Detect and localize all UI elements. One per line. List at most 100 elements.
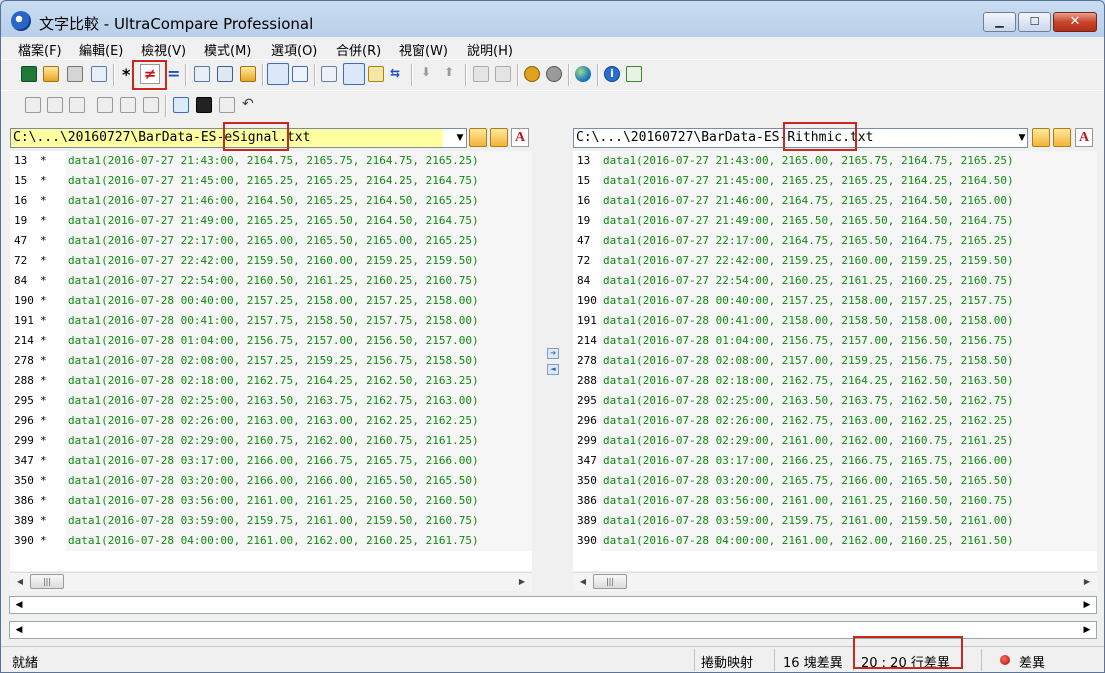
print-icon[interactable]: [67, 66, 83, 82]
print-preview-icon[interactable]: [91, 66, 107, 82]
diff-line[interactable]: 299 * data1(2016-07-28 02:29:00, 2160.75, …: [10, 431, 532, 451]
open-folder-icon[interactable]: [43, 66, 59, 82]
next-diff-icon[interactable]: ⬇: [421, 65, 431, 79]
list-icon[interactable]: [321, 66, 337, 82]
maximize-button[interactable]: ☐: [1018, 12, 1051, 32]
prev-diff-icon[interactable]: ⬆: [444, 65, 454, 79]
menu-file[interactable]: 檔案(F): [18, 40, 62, 59]
diff-line[interactable]: 390 * data1(2016-07-28 04:00:00, 2161.00, …: [10, 531, 532, 551]
info-icon[interactable]: i: [604, 66, 620, 82]
diff-line[interactable]: 288 * data1(2016-07-28 02:18:00, 2162.75, …: [10, 371, 532, 391]
right-save-folder-icon[interactable]: [1053, 128, 1071, 147]
undo-icon[interactable]: ↶: [242, 96, 254, 112]
diff-line[interactable]: 390 data1(2016-07-28 04:00:00, 2161.00, 2…: [573, 531, 1097, 551]
diff-line[interactable]: 350 * data1(2016-07-28 03:20:00, 2166.00, …: [10, 471, 532, 491]
save-icon[interactable]: [21, 66, 37, 82]
menu-mode[interactable]: 模式(M): [204, 40, 251, 59]
diff-line[interactable]: 190 data1(2016-07-28 00:40:00, 2157.25, 2…: [573, 291, 1097, 311]
scroll-right-icon[interactable]: ▶: [1079, 597, 1095, 613]
diff-line[interactable]: 296 * data1(2016-07-28 02:26:00, 2163.00, …: [10, 411, 532, 431]
diff-line[interactable]: 288 data1(2016-07-28 02:18:00, 2162.75, 2…: [573, 371, 1097, 391]
diff-line[interactable]: 389 * data1(2016-07-28 03:59:00, 2159.75, …: [10, 511, 532, 531]
scroll-right-icon[interactable]: ▶: [514, 573, 530, 591]
diff-line[interactable]: 16 data1(2016-07-27 21:46:00, 2164.75, 21…: [573, 191, 1097, 211]
stop-icon[interactable]: [546, 66, 562, 82]
diff-line[interactable]: 19 * data1(2016-07-27 21:49:00, 2165.25, 2…: [10, 211, 532, 231]
diff-line[interactable]: 386 data1(2016-07-28 03:56:00, 2161.00, 2…: [573, 491, 1097, 511]
right-font-icon[interactable]: A: [1075, 128, 1093, 147]
left-text-pane[interactable]: 13 * data1(2016-07-27 21:43:00, 2164.75, 2…: [10, 151, 532, 571]
diff-line[interactable]: 190 * data1(2016-07-28 00:40:00, 2157.25, …: [10, 291, 532, 311]
diff-line[interactable]: 295 * data1(2016-07-28 02:25:00, 2163.50, …: [10, 391, 532, 411]
menu-window[interactable]: 視窗(W): [399, 40, 448, 59]
scroll-left-icon[interactable]: ◀: [575, 573, 591, 591]
vertical-split-icon[interactable]: [267, 63, 289, 85]
horizontal-split-icon[interactable]: [292, 66, 308, 82]
diff-line[interactable]: 15 data1(2016-07-27 21:45:00, 2165.25, 21…: [573, 171, 1097, 191]
diff-line[interactable]: 350 data1(2016-07-28 03:20:00, 2165.75, 2…: [573, 471, 1097, 491]
diff-map-scrollbar-1[interactable]: ◀ ▶: [9, 596, 1097, 614]
reload-icon[interactable]: [219, 97, 235, 113]
diff-line[interactable]: 295 data1(2016-07-28 02:25:00, 2163.50, 2…: [573, 391, 1097, 411]
diff-line[interactable]: 386 * data1(2016-07-28 03:56:00, 2161.00, …: [10, 491, 532, 511]
diff-line[interactable]: 389 data1(2016-07-28 03:59:00, 2159.75, 2…: [573, 511, 1097, 531]
scroll-thumb[interactable]: |||: [30, 574, 64, 589]
diff-line[interactable]: 278 * data1(2016-07-28 02:08:00, 2157.25, …: [10, 351, 532, 371]
copy-right-arrow-icon[interactable]: ➔: [547, 348, 559, 359]
diff-line[interactable]: 347 data1(2016-07-28 03:17:00, 2166.25, 2…: [573, 451, 1097, 471]
diff-line[interactable]: 299 data1(2016-07-28 02:29:00, 2161.00, 2…: [573, 431, 1097, 451]
insert-right-icon[interactable]: [120, 97, 136, 113]
scroll-thumb[interactable]: |||: [593, 574, 627, 589]
binary-icon[interactable]: [217, 66, 233, 82]
refresh-icon[interactable]: [524, 66, 540, 82]
copy-icon[interactable]: [194, 66, 210, 82]
left-horizontal-scrollbar[interactable]: ◀ ||| ▶: [10, 572, 532, 591]
right-path-dropdown-icon[interactable]: ▼: [1015, 128, 1029, 148]
scroll-left-icon[interactable]: ◀: [11, 597, 27, 613]
diff-line[interactable]: 278 data1(2016-07-28 02:08:00, 2157.00, 2…: [573, 351, 1097, 371]
diff-line[interactable]: 16 * data1(2016-07-27 21:46:00, 2164.50, 2…: [10, 191, 532, 211]
globe-icon[interactable]: [575, 66, 591, 82]
diff-line[interactable]: 47 data1(2016-07-27 22:17:00, 2164.75, 21…: [573, 231, 1097, 251]
copy-left-arrow-icon[interactable]: ◄: [547, 364, 559, 375]
asterisk-icon[interactable]: *: [122, 65, 130, 84]
minimize-button[interactable]: ▁: [983, 12, 1016, 32]
scroll-left-icon[interactable]: ◀: [11, 622, 27, 638]
diff-line[interactable]: 47 * data1(2016-07-27 22:17:00, 2165.00, 2…: [10, 231, 532, 251]
diff-line[interactable]: 296 data1(2016-07-28 02:26:00, 2162.75, 2…: [573, 411, 1097, 431]
diff-line[interactable]: 191 data1(2016-07-28 00:41:00, 2158.00, 2…: [573, 311, 1097, 331]
merge-left-icon[interactable]: [473, 66, 489, 82]
close-button[interactable]: ✕: [1053, 12, 1097, 32]
menu-merge[interactable]: 合併(R): [336, 40, 381, 59]
right-open-folder-icon[interactable]: [1032, 128, 1050, 147]
left-font-icon[interactable]: A: [511, 128, 529, 147]
scroll-right-icon[interactable]: ▶: [1079, 573, 1095, 591]
diff-line[interactable]: 13 * data1(2016-07-27 21:43:00, 2164.75, 2…: [10, 151, 532, 171]
insert-left-icon[interactable]: [97, 97, 113, 113]
left-path-dropdown-icon[interactable]: ▼: [453, 128, 467, 148]
diff-line[interactable]: 13 data1(2016-07-27 21:43:00, 2165.00, 21…: [573, 151, 1097, 171]
move-line-icon[interactable]: [69, 97, 85, 113]
outdent-icon[interactable]: [47, 97, 63, 113]
menu-view[interactable]: 檢視(V): [141, 40, 186, 59]
right-horizontal-scrollbar[interactable]: ◀ ||| ▶: [573, 572, 1097, 591]
delete-line-icon[interactable]: [143, 97, 159, 113]
save-edit-icon[interactable]: [196, 97, 212, 113]
clipboard-icon[interactable]: [368, 66, 384, 82]
right-text-pane[interactable]: 13 data1(2016-07-27 21:43:00, 2165.00, 21…: [573, 151, 1097, 571]
swap-arrows-icon[interactable]: ⇆: [390, 66, 400, 80]
menu-edit[interactable]: 編輯(E): [79, 40, 123, 59]
title-bar[interactable]: 文字比較 - UltraCompare Professional ▁ ☐ ✕: [1, 1, 1104, 37]
equal-icon[interactable]: =: [167, 64, 180, 83]
help-icon[interactable]: [626, 66, 642, 82]
folder-compare-icon[interactable]: [240, 66, 256, 82]
merge-right-icon[interactable]: [495, 66, 511, 82]
diff-line[interactable]: 19 data1(2016-07-27 21:49:00, 2165.50, 21…: [573, 211, 1097, 231]
diff-line[interactable]: 72 data1(2016-07-27 22:42:00, 2159.25, 21…: [573, 251, 1097, 271]
diff-line[interactable]: 214 * data1(2016-07-28 01:04:00, 2156.75, …: [10, 331, 532, 351]
outline-icon[interactable]: [343, 63, 365, 85]
diff-line[interactable]: 15 * data1(2016-07-27 21:45:00, 2165.25, 2…: [10, 171, 532, 191]
diff-line[interactable]: 72 * data1(2016-07-27 22:42:00, 2159.50, 2…: [10, 251, 532, 271]
scroll-left-icon[interactable]: ◀: [12, 573, 28, 591]
indent-icon[interactable]: [25, 97, 41, 113]
